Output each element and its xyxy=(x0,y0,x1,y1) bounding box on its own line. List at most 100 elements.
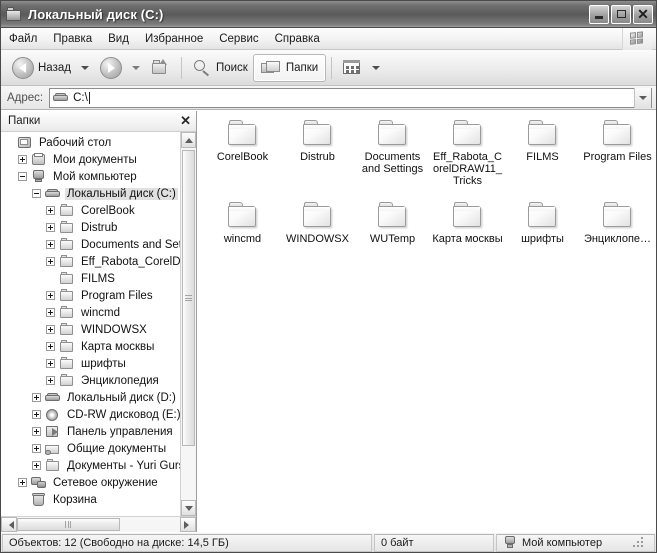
drive-icon xyxy=(44,186,62,201)
file-item-7[interactable]: WINDOWSX xyxy=(280,201,355,279)
tree-item-9[interactable]: Program Files xyxy=(1,287,180,304)
folder-icon xyxy=(526,119,560,148)
close-icon[interactable]: ✕ xyxy=(180,114,191,127)
file-item-5[interactable]: Program Files xyxy=(580,119,655,197)
file-item-0[interactable]: CorelBook xyxy=(205,119,280,197)
folder-icon xyxy=(44,458,62,473)
expand-button[interactable] xyxy=(46,342,55,351)
up-button[interactable] xyxy=(146,54,176,82)
tree-hscroll-track[interactable] xyxy=(17,517,180,532)
tree-item-6[interactable]: Documents and Settir xyxy=(1,236,180,253)
file-item-3[interactable]: Eff_Rabota_C orelDRAW11_ Tricks xyxy=(430,119,505,197)
views-button[interactable] xyxy=(337,54,367,82)
minimize-button[interactable] xyxy=(589,4,609,24)
menu-view[interactable]: Вид xyxy=(100,31,137,47)
expand-button[interactable] xyxy=(32,444,41,453)
tree-item-1[interactable]: Мои документы xyxy=(1,151,180,168)
menu-tools[interactable]: Сервис xyxy=(211,31,266,47)
folder-icon xyxy=(58,305,76,320)
expand-button[interactable] xyxy=(46,359,55,368)
scroll-down-button[interactable] xyxy=(181,500,196,516)
tree-item-14[interactable]: Энциклопедия xyxy=(1,372,180,389)
menu-file[interactable]: Файл xyxy=(1,31,45,47)
file-item-1[interactable]: Distrub xyxy=(280,119,355,197)
tree-vertical-scrollbar[interactable] xyxy=(180,132,196,516)
menu-edit[interactable]: Правка xyxy=(45,31,100,47)
address-value: C:\ xyxy=(73,91,88,104)
file-item-label: CorelBook xyxy=(216,151,269,163)
expand-button[interactable] xyxy=(46,376,55,385)
tree-item-15[interactable]: Локальный диск (D:) xyxy=(1,389,180,406)
scroll-left-button[interactable] xyxy=(1,517,17,532)
expand-button[interactable] xyxy=(46,240,55,249)
tree-item-16[interactable]: CD-RW дисковод (E:) xyxy=(1,406,180,423)
file-item-2[interactable]: Documents and Settings xyxy=(355,119,430,197)
file-item-11[interactable]: Энциклопе… xyxy=(580,201,655,279)
expand-button[interactable] xyxy=(46,206,55,215)
title-bar: Локальный диск (C:) ✕ xyxy=(1,1,656,28)
views-chevron-down-icon[interactable] xyxy=(372,65,381,70)
tree-item-label: Eff_Rabota_CorelDR/ xyxy=(81,255,180,268)
tree-item-5[interactable]: Distrub xyxy=(1,219,180,236)
tree-horizontal-scrollbar[interactable] xyxy=(1,516,196,532)
tree-item-21[interactable]: Корзина xyxy=(1,491,180,508)
collapse-button[interactable] xyxy=(18,172,27,181)
expand-button[interactable] xyxy=(46,291,55,300)
tree-item-7[interactable]: Eff_Rabota_CorelDR/ xyxy=(1,253,180,270)
toolbar: Назад Поиск Папки xyxy=(1,50,656,86)
folders-button[interactable]: Папки xyxy=(252,53,327,82)
tree-item-12[interactable]: Карта москвы xyxy=(1,338,180,355)
file-list-view[interactable]: CorelBook Distrub Documents and Settings Ef… xyxy=(197,111,656,532)
tree-item-17[interactable]: Панель управления xyxy=(1,423,180,440)
expand-button[interactable] xyxy=(32,393,41,402)
menu-favorites[interactable]: Избранное xyxy=(137,31,211,47)
search-button[interactable]: Поиск xyxy=(187,54,253,82)
expand-button[interactable] xyxy=(18,478,27,487)
tree-item-10[interactable]: wincmd xyxy=(1,304,180,321)
tree-item-18[interactable]: Общие документы xyxy=(1,440,180,457)
menu-help[interactable]: Справка xyxy=(267,31,328,47)
tree-item-2[interactable]: Мой компьютер xyxy=(1,168,180,185)
back-button[interactable]: Назад xyxy=(7,54,76,82)
forward-history-chevron-down-icon[interactable] xyxy=(131,65,140,70)
file-item-9[interactable]: Карта москвы xyxy=(430,201,505,279)
address-input[interactable]: C:\ xyxy=(49,87,652,108)
scroll-right-button[interactable] xyxy=(180,517,196,532)
tree-vscroll-track[interactable] xyxy=(181,148,196,500)
expand-button[interactable] xyxy=(32,427,41,436)
menu-bar: Файл Правка Вид Избранное Сервис Справка xyxy=(1,28,656,50)
tree-item-20[interactable]: Сетевое окружение xyxy=(1,474,180,491)
tree-item-label: wincmd xyxy=(81,306,120,319)
tree-item-0[interactable]: Рабочий стол xyxy=(1,134,180,151)
scroll-up-button[interactable] xyxy=(181,132,196,148)
tree-item-8[interactable]: FILMS xyxy=(1,270,180,287)
tree-item-4[interactable]: CorelBook xyxy=(1,202,180,219)
maximize-button[interactable] xyxy=(611,4,631,24)
folder-icon xyxy=(58,356,76,371)
collapse-button[interactable] xyxy=(32,189,41,198)
address-dropdown-button[interactable] xyxy=(634,87,651,108)
back-history-chevron-down-icon[interactable] xyxy=(80,65,89,70)
tree-item-11[interactable]: WINDOWSX xyxy=(1,321,180,338)
expand-button[interactable] xyxy=(18,155,27,164)
expand-button[interactable] xyxy=(46,223,55,232)
tree-item-19[interactable]: Документы - Yuri Gurski xyxy=(1,457,180,474)
tree-item-13[interactable]: шрифты xyxy=(1,355,180,372)
file-item-8[interactable]: WUTemp xyxy=(355,201,430,279)
address-label: Адрес: xyxy=(7,91,44,104)
close-button[interactable]: ✕ xyxy=(633,4,653,24)
expand-button[interactable] xyxy=(46,325,55,334)
expand-button[interactable] xyxy=(32,410,41,419)
expand-button[interactable] xyxy=(32,461,41,470)
tree-hscroll-thumb[interactable] xyxy=(17,518,120,531)
tree-item-3[interactable]: Локальный диск (C:) xyxy=(1,185,180,202)
file-item-4[interactable]: FILMS xyxy=(505,119,580,197)
file-item-6[interactable]: wincmd xyxy=(205,201,280,279)
tree-item-label: шрифты xyxy=(81,357,126,370)
resize-grip-icon[interactable] xyxy=(633,536,645,549)
forward-button[interactable] xyxy=(95,54,127,82)
expand-button[interactable] xyxy=(46,257,55,266)
file-item-10[interactable]: шрифты xyxy=(505,201,580,279)
expand-button[interactable] xyxy=(46,308,55,317)
tree-vscroll-thumb[interactable] xyxy=(182,150,195,446)
